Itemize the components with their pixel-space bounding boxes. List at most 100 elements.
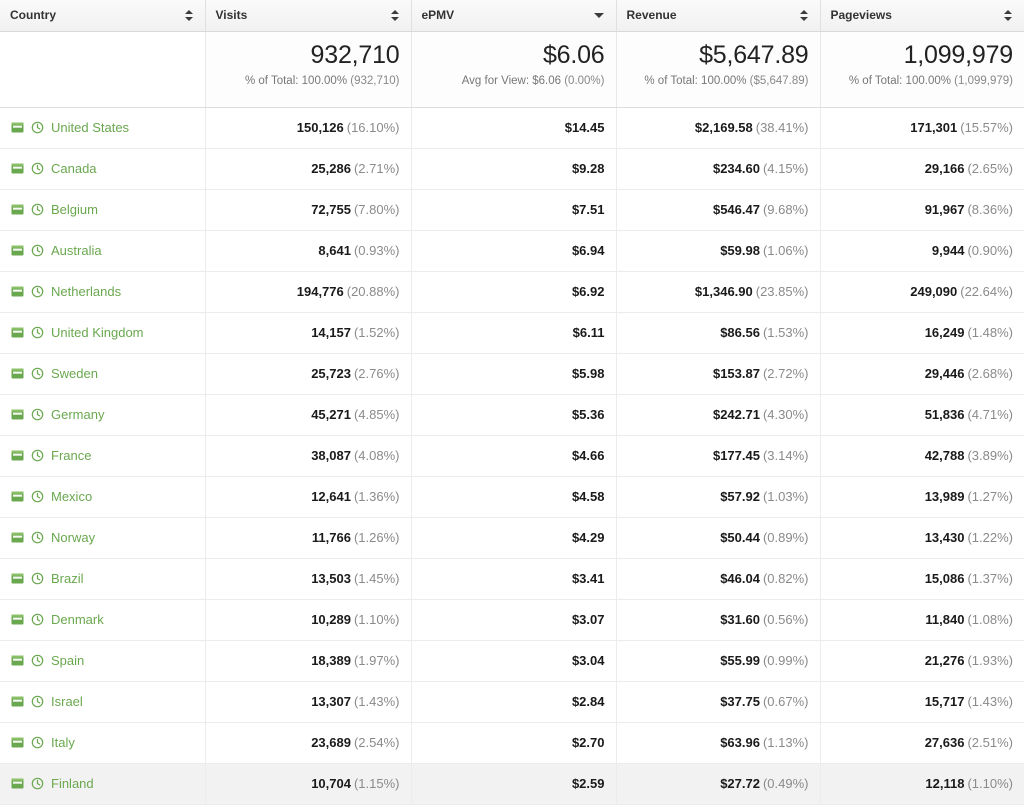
country-link[interactable]: Canada (51, 161, 97, 176)
segment-icon[interactable] (11, 613, 24, 626)
table-row[interactable]: Finland 10,704 (1.15%) $2.59 $27.72 (0.49%) 12… (0, 762, 1024, 805)
clock-icon[interactable] (31, 408, 44, 421)
visits-percent: (20.88%) (346, 284, 400, 299)
segment-icon[interactable] (11, 203, 24, 216)
column-header-visits[interactable]: Visits (205, 0, 412, 32)
table-body: 932,710 % of Total: 100.00% (932,710) $6.0… (0, 31, 1024, 805)
segment-icon[interactable] (11, 285, 24, 298)
table-row[interactable]: Denmark 10,289 (1.10%) $3.07 $31.60 (0.56%) 11… (0, 599, 1024, 641)
country-link[interactable]: Netherlands (51, 284, 121, 299)
revenue-value: $63.96 (720, 735, 760, 750)
cell-country: Spain (0, 640, 206, 682)
table-row[interactable]: Mexico 12,641 (1.36%) $4.58 $57.92 (1.03%) 13,… (0, 476, 1024, 518)
column-header-revenue[interactable]: Revenue (616, 0, 821, 32)
country-link[interactable]: Italy (51, 735, 75, 750)
segment-icon[interactable] (11, 777, 24, 790)
segment-icon[interactable] (11, 326, 24, 339)
country-link[interactable]: Mexico (51, 489, 92, 504)
country-link[interactable]: Finland (51, 776, 94, 791)
cell-epmv: $3.41 (411, 558, 617, 600)
column-header-epmv[interactable]: ePMV (411, 0, 617, 32)
cell-epmv: $14.45 (411, 107, 617, 149)
cell-epmv: $6.11 (411, 312, 617, 354)
cell-visits: 72,755 (7.80%) (205, 189, 412, 231)
clock-icon[interactable] (31, 121, 44, 134)
clock-icon[interactable] (31, 777, 44, 790)
country-link[interactable]: Norway (51, 530, 95, 545)
table-row[interactable]: Spain 18,389 (1.97%) $3.04 $55.99 (0.99%) 21,2… (0, 640, 1024, 682)
cell-country: Brazil (0, 558, 206, 600)
country-link[interactable]: United Kingdom (51, 325, 144, 340)
segment-icon[interactable] (11, 490, 24, 503)
country-link[interactable]: France (51, 448, 91, 463)
clock-icon[interactable] (31, 367, 44, 380)
pageviews-value: 12,118 (925, 776, 965, 791)
segment-icon[interactable] (11, 367, 24, 380)
sort-indicator-desc[interactable] (593, 12, 606, 18)
summary-subtext-paren-revenue: ($5,647.89) (749, 74, 809, 87)
segment-icon[interactable] (11, 736, 24, 749)
segment-icon[interactable] (11, 244, 24, 257)
country-link[interactable]: Belgium (51, 202, 98, 217)
pageviews-percent: (1.37%) (967, 571, 1013, 586)
country-link[interactable]: Denmark (51, 612, 104, 627)
pageviews-percent: (2.65%) (967, 161, 1013, 176)
clock-icon[interactable] (31, 613, 44, 626)
revenue-percent: (38.41%) (755, 120, 809, 135)
table-row[interactable]: Germany 45,271 (4.85%) $5.36 $242.71 (4.30%) 5… (0, 394, 1024, 436)
segment-icon[interactable] (11, 121, 24, 134)
table-row[interactable]: Netherlands 194,776 (20.88%) $6.92 $1,346.90… (0, 271, 1024, 313)
clock-icon[interactable] (31, 203, 44, 216)
sort-indicator[interactable] (1004, 9, 1014, 21)
country-link[interactable]: United States (51, 120, 129, 135)
table-row[interactable]: Brazil 13,503 (1.45%) $3.41 $46.04 (0.82%) 15,… (0, 558, 1024, 600)
cell-epmv: $2.70 (411, 722, 617, 764)
segment-icon[interactable] (11, 572, 24, 585)
clock-icon[interactable] (31, 244, 44, 257)
table-row[interactable]: United States 150,126 (16.10%) $14.45 $2,169… (0, 107, 1024, 149)
country-link[interactable]: Germany (51, 407, 104, 422)
table-row[interactable]: Israel 13,307 (1.43%) $2.84 $37.75 (0.67%) 15,… (0, 681, 1024, 723)
clock-icon[interactable] (31, 162, 44, 175)
table-row[interactable]: France 38,087 (4.08%) $4.66 $177.45 (3.14%) 42… (0, 435, 1024, 477)
segment-icon[interactable] (11, 162, 24, 175)
table-row[interactable]: Australia 8,641 (0.93%) $6.94 $59.98 (1.06%) 9… (0, 230, 1024, 272)
sort-indicator[interactable] (390, 9, 401, 21)
table-row[interactable]: Sweden 25,723 (2.76%) $5.98 $153.87 (2.72%) 29… (0, 353, 1024, 395)
segment-icon[interactable] (11, 408, 24, 421)
clock-icon[interactable] (31, 285, 44, 298)
country-link[interactable]: Brazil (51, 571, 84, 586)
table-row[interactable]: Italy 23,689 (2.54%) $2.70 $63.96 (1.13%) 27,6… (0, 722, 1024, 764)
clock-icon[interactable] (31, 736, 44, 749)
segment-icon[interactable] (11, 449, 24, 462)
column-header-pageviews[interactable]: Pageviews (820, 0, 1024, 32)
clock-icon[interactable] (31, 695, 44, 708)
segment-icon[interactable] (11, 654, 24, 667)
country-link[interactable]: Sweden (51, 366, 98, 381)
clock-icon[interactable] (31, 449, 44, 462)
sort-indicator[interactable] (184, 9, 195, 21)
country-link[interactable]: Australia (51, 243, 102, 258)
segment-icon[interactable] (11, 531, 24, 544)
clock-icon[interactable] (31, 654, 44, 667)
revenue-value: $31.60 (720, 612, 760, 627)
table-row[interactable]: Norway 11,766 (1.26%) $4.29 $50.44 (0.89%) 13,… (0, 517, 1024, 559)
revenue-value: $59.98 (720, 243, 760, 258)
country-link[interactable]: Israel (51, 694, 83, 709)
revenue-percent: (0.49%) (762, 776, 809, 791)
clock-icon[interactable] (31, 572, 44, 585)
clock-icon[interactable] (31, 531, 44, 544)
segment-icon[interactable] (11, 695, 24, 708)
table-row[interactable]: Belgium 72,755 (7.80%) $7.51 $546.47 (9.68%) 9… (0, 189, 1024, 231)
pageviews-value: 16,249 (924, 325, 965, 340)
country-link[interactable]: Spain (51, 653, 84, 668)
clock-icon[interactable] (31, 490, 44, 503)
cell-revenue: $242.71 (4.30%) (616, 394, 821, 436)
table-row[interactable]: United Kingdom 14,157 (1.52%) $6.11 $86.56 (1… (0, 312, 1024, 354)
clock-icon[interactable] (31, 326, 44, 339)
epmv-value: $5.98 (571, 366, 605, 381)
table-row[interactable]: Canada 25,286 (2.71%) $9.28 $234.60 (4.15%) 29… (0, 148, 1024, 190)
visits-value: 38,087 (311, 448, 351, 463)
sort-indicator[interactable] (799, 9, 810, 21)
column-header-country[interactable]: Country (0, 0, 206, 32)
